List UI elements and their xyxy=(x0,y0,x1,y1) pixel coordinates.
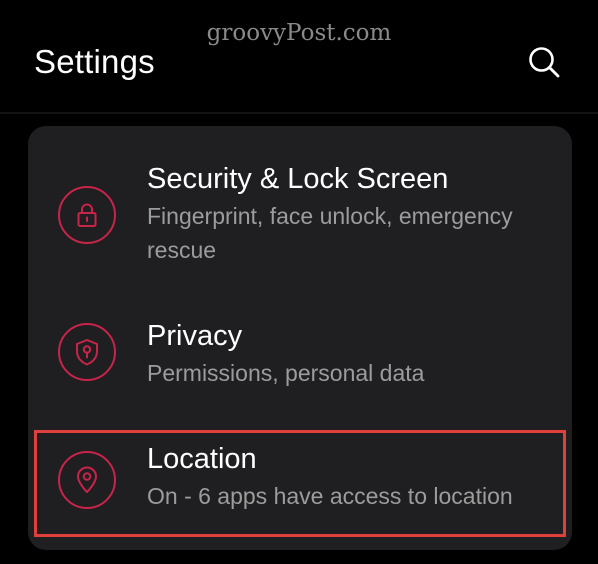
item-title: Location xyxy=(147,443,257,475)
settings-card: Security & Lock Screen Fingerprint, face… xyxy=(28,126,572,550)
search-button[interactable] xyxy=(524,42,564,82)
app-header: Settings groovyPost.com xyxy=(0,0,598,112)
item-subtitle: On - 6 apps have access to location xyxy=(147,483,513,509)
settings-item-security[interactable]: Security & Lock Screen Fingerprint, face… xyxy=(28,126,572,286)
lock-icon xyxy=(58,186,116,244)
item-subtitle: Permissions, personal data xyxy=(147,360,425,386)
watermark: groovyPost.com xyxy=(206,20,392,46)
search-icon xyxy=(529,47,560,78)
page-title: Settings xyxy=(34,43,155,80)
settings-item-location[interactable]: Location On - 6 apps have access to loca… xyxy=(28,426,572,550)
item-title: Security & Lock Screen xyxy=(147,163,449,195)
location-pin-icon xyxy=(58,451,116,509)
settings-item-privacy[interactable]: Privacy Permissions, personal data xyxy=(28,286,572,426)
header-divider xyxy=(0,112,598,114)
item-title: Privacy xyxy=(147,320,243,352)
item-subtitle: Fingerprint, face unlock, emergency resc… xyxy=(147,203,513,263)
shield-lock-icon xyxy=(58,323,116,381)
